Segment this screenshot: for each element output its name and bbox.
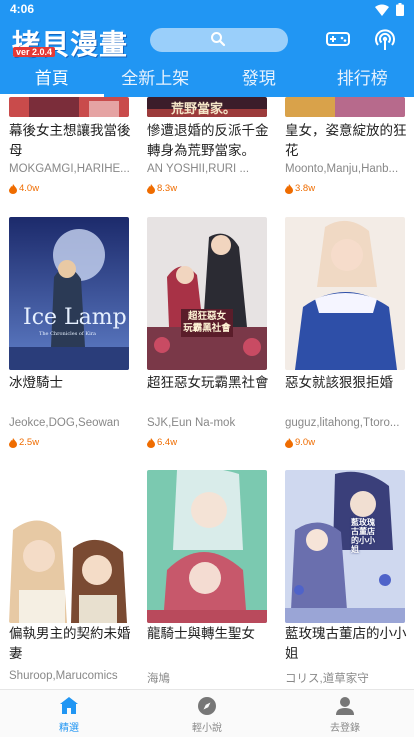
popularity-value: 8.3w (157, 183, 178, 194)
comic-popularity: 8.3w (147, 183, 177, 194)
popularity-value: 6.4w (157, 437, 178, 448)
comic-title: 藍玫瑰古董店的小小姐 (285, 626, 407, 662)
comic-popularity: 4.0w (9, 183, 39, 194)
nav-featured[interactable]: 精選 (0, 690, 138, 737)
nav-label: 輕小說 (192, 723, 222, 734)
comic-grid: 幕後女主想讓我當後母 MOKGAMGI,HARIHE... 4.0w 荒野當家。… (0, 97, 414, 689)
comic-authors: guguz,litahong,Ttoro... (285, 417, 400, 429)
popularity-value: 9.0w (295, 437, 316, 448)
popularity-value: 3.8w (295, 183, 316, 194)
nav-light-novels[interactable]: 輕小說 (138, 690, 276, 737)
comic-card[interactable]: 皇女，姿意綻放的狂花 Moonto,Manju,Hanb... 3.8w (285, 97, 407, 194)
comic-title: 冰燈騎士 (9, 375, 63, 391)
tab-rankings[interactable]: 排行榜 (311, 64, 414, 97)
comic-popularity: 2.5w (9, 437, 39, 448)
comic-title: 超狂惡女玩霸黑社會 (147, 375, 269, 391)
comic-card[interactable]: 荒野當家。 慘遭退婚的反派千金轉身為荒野當家。 AN YOSHII,RURI .… (147, 97, 269, 194)
cover-title-text: 藍玫瑰古董店的小小姐 (351, 518, 375, 554)
podcast-icon[interactable] (374, 28, 396, 52)
person-icon (336, 697, 354, 715)
cover-text: 荒野當家。 (171, 102, 237, 117)
comic-title: 幕後女主想讓我當後母 (9, 123, 131, 159)
comic-popularity: 6.4w (147, 437, 177, 448)
comic-title: 慘遭退婚的反派千金轉身為荒野當家。 (147, 123, 269, 159)
comic-cover[interactable]: 荒野當家。 (147, 97, 267, 117)
comic-card[interactable]: Ice Lamp The Chronicles of Kira 冰燈騎士 Jeo… (9, 217, 131, 457)
comic-cover[interactable]: Ice Lamp The Chronicles of Kira (9, 217, 129, 370)
popularity-value: 2.5w (19, 437, 40, 448)
comic-popularity: 3.8w (285, 183, 315, 194)
app-bar: 拷貝漫畫 ver 2.0.4 (0, 20, 414, 64)
comic-cover[interactable] (9, 97, 129, 117)
nav-label: 精選 (59, 723, 79, 734)
bottom-nav: 精選 輕小說 去登錄 (0, 689, 414, 737)
version-badge: ver 2.0.4 (13, 47, 56, 57)
comic-authors: コリス,道草家守 (285, 673, 369, 685)
comic-card[interactable]: 偏執男主的契約未婚妻 Shuroop,Marucomics (9, 470, 131, 689)
tab-home[interactable]: 首頁 (0, 64, 104, 97)
cover-subtitle-text: The Chronicles of Kira (39, 331, 97, 337)
flame-icon (285, 437, 293, 448)
comic-cover[interactable] (147, 470, 267, 623)
comic-cover[interactable]: 超狂惡女 玩霸黑社會 (147, 217, 267, 370)
comic-authors: Jeokce,DOG,Seowan (9, 417, 120, 429)
comic-card[interactable]: 幕後女主想讓我當後母 MOKGAMGI,HARIHE... 4.0w (9, 97, 131, 194)
comic-authors: Shuroop,Marucomics (9, 670, 118, 682)
comic-title: 偏執男主的契約未婚妻 (9, 626, 131, 662)
flame-icon (9, 437, 17, 448)
comic-cover[interactable]: 藍玫瑰古董店的小小姐 (285, 470, 405, 623)
comic-popularity: 9.0w (285, 437, 315, 448)
search-icon[interactable] (210, 31, 226, 47)
compass-icon (198, 697, 216, 715)
status-icons (375, 3, 404, 16)
comic-card[interactable]: 藍玫瑰古董店的小小姐 藍玫瑰古董店的小小姐 コリス,道草家守 (285, 470, 407, 689)
comic-title: 惡女就該狠狠拒婚 (285, 375, 393, 391)
comic-card[interactable]: 惡女就該狠狠拒婚 guguz,litahong,Ttoro... 9.0w (285, 217, 407, 457)
comic-title: 龍騎士與轉生聖女 (147, 626, 255, 642)
comic-authors: SJK,Eun Na-mok (147, 417, 236, 429)
comic-card[interactable]: 龍騎士與轉生聖女 海鳩 (147, 470, 269, 689)
cover-title-text: 超狂惡女 玩霸黑社會 (181, 309, 233, 337)
popularity-value: 4.0w (19, 183, 40, 194)
nav-login[interactable]: 去登錄 (276, 690, 414, 737)
cover-title-text: Ice Lamp (23, 305, 127, 330)
tab-discover[interactable]: 發現 (207, 64, 311, 97)
comic-cover[interactable] (9, 470, 129, 623)
nav-label: 去登錄 (330, 723, 360, 734)
comic-authors: Moonto,Manju,Hanb... (285, 163, 399, 175)
gamepad-icon[interactable] (326, 29, 350, 49)
comic-authors: MOKGAMGI,HARIHE... (9, 163, 130, 175)
home-icon (60, 697, 78, 714)
comic-card[interactable]: 超狂惡女 玩霸黑社會 超狂惡女玩霸黑社會 SJK,Eun Na-mok 6.4w (147, 217, 269, 457)
comic-authors: 海鳩 (147, 673, 170, 685)
comic-authors: AN YOSHII,RURI ... (147, 163, 250, 175)
flame-icon (9, 183, 17, 194)
flame-icon (147, 183, 155, 194)
flame-icon (147, 437, 155, 448)
status-time: 4:06 (10, 2, 35, 16)
wifi-icon (375, 4, 389, 16)
comic-title: 皇女，姿意綻放的狂花 (285, 123, 407, 159)
comic-cover[interactable] (285, 217, 405, 370)
battery-icon (396, 3, 404, 16)
flame-icon (285, 183, 293, 194)
tab-bar: 首頁 全新上架 發現 排行榜 (0, 64, 414, 97)
app-logo: 拷貝漫畫 (12, 28, 129, 61)
status-bar: 4:06 (0, 0, 414, 20)
comic-cover[interactable] (285, 97, 405, 117)
tab-new-releases[interactable]: 全新上架 (104, 64, 208, 97)
